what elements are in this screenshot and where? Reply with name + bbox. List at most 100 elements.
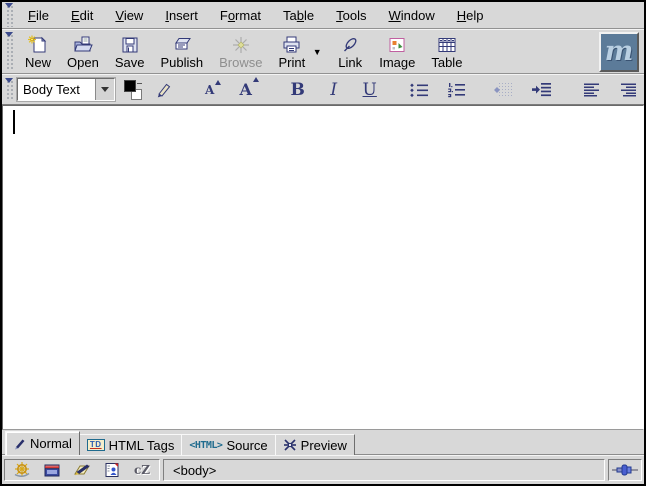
menu-mnemonic: E bbox=[71, 8, 80, 23]
save-floppy-icon bbox=[120, 35, 140, 55]
starburst-icon bbox=[283, 439, 297, 451]
menubar-grippy[interactable] bbox=[5, 3, 14, 27]
menu-label: dit bbox=[80, 8, 94, 23]
image-button-label: Image bbox=[379, 56, 415, 70]
menu-table[interactable]: Table bbox=[272, 6, 325, 25]
menu-window[interactable]: Window bbox=[378, 6, 446, 25]
menu-label: indow bbox=[401, 8, 435, 23]
mozilla-throbber-button[interactable]: m bbox=[599, 32, 639, 72]
menu-file[interactable]: File bbox=[17, 6, 60, 25]
image-icon bbox=[387, 35, 407, 55]
new-button[interactable]: New bbox=[17, 33, 59, 71]
composer-icon[interactable] bbox=[72, 461, 92, 479]
color-picker-tick bbox=[137, 83, 142, 84]
numbered-list-button[interactable] bbox=[444, 78, 469, 102]
italic-button[interactable]: I bbox=[322, 78, 346, 102]
tab-source[interactable]: <HTML> Source bbox=[181, 434, 275, 455]
save-button[interactable]: Save bbox=[107, 33, 153, 71]
menu-label: Ta bbox=[283, 8, 297, 23]
link-icon bbox=[340, 35, 360, 55]
align-right-button[interactable] bbox=[616, 78, 640, 102]
indent-icon bbox=[532, 82, 552, 98]
table-button[interactable]: Table bbox=[423, 33, 470, 71]
status-bar: cZ <body> bbox=[2, 455, 644, 484]
menu-label: iew bbox=[124, 8, 144, 23]
font-increase-icon: A bbox=[240, 80, 258, 99]
tab-preview-label: Preview bbox=[301, 438, 347, 453]
print-button-label: Print bbox=[278, 56, 305, 70]
tab-source-label: Source bbox=[226, 438, 267, 453]
menu-edit[interactable]: Edit bbox=[60, 6, 104, 25]
numbered-list-icon bbox=[446, 82, 466, 98]
td-tag-icon: TD bbox=[87, 439, 105, 451]
highlight-color-button[interactable] bbox=[152, 78, 176, 102]
bullet-list-button[interactable] bbox=[407, 78, 432, 102]
address-book-icon[interactable] bbox=[102, 461, 122, 479]
menu-view[interactable]: View bbox=[104, 6, 154, 25]
menu-tools[interactable]: Tools bbox=[325, 6, 377, 25]
marker-pen-icon bbox=[155, 81, 173, 99]
mozilla-logo: m bbox=[605, 38, 634, 65]
element-path[interactable]: <body> bbox=[173, 463, 216, 478]
main-toolbar: New Open Save bbox=[2, 29, 644, 74]
bold-button[interactable]: B bbox=[286, 78, 310, 102]
browse-button: Browse bbox=[211, 33, 270, 71]
align-left-button[interactable] bbox=[580, 78, 604, 102]
navigator-icon[interactable] bbox=[12, 461, 32, 479]
table-button-label: Table bbox=[431, 56, 462, 70]
paragraph-style-select[interactable]: Body Text bbox=[17, 78, 115, 101]
underline-button[interactable]: U bbox=[358, 78, 382, 102]
menu-format[interactable]: Format bbox=[209, 6, 272, 25]
online-plug-icon[interactable] bbox=[612, 464, 638, 476]
font-size-decrease-button[interactable]: A bbox=[201, 78, 225, 102]
print-dropdown-arrow[interactable]: ▼ bbox=[311, 47, 323, 57]
outdent-button[interactable] bbox=[494, 78, 518, 102]
menu-mnemonic: V bbox=[115, 8, 123, 23]
toolbar-grippy[interactable] bbox=[5, 32, 14, 71]
paragraph-style-value: Body Text bbox=[18, 82, 95, 97]
save-button-label: Save bbox=[115, 56, 145, 70]
editor-canvas[interactable] bbox=[2, 105, 644, 430]
tab-html-tags[interactable]: TD HTML Tags bbox=[79, 434, 182, 455]
menu-help[interactable]: Help bbox=[446, 6, 495, 25]
image-button[interactable]: Image bbox=[371, 33, 423, 71]
new-button-label: New bbox=[25, 56, 51, 70]
throbber-wrap: m bbox=[599, 32, 639, 72]
publish-button-label: Publish bbox=[160, 56, 203, 70]
open-folder-icon bbox=[72, 35, 94, 55]
open-button[interactable]: Open bbox=[59, 33, 107, 71]
mail-icon[interactable] bbox=[42, 461, 62, 479]
bullet-list-icon bbox=[409, 82, 429, 98]
online-status-panel bbox=[608, 459, 642, 481]
open-button-label: Open bbox=[67, 56, 99, 70]
chatzilla-icon[interactable]: cZ bbox=[132, 461, 152, 479]
indent-button[interactable] bbox=[530, 78, 555, 102]
tab-normal[interactable]: Normal bbox=[5, 431, 80, 455]
print-button[interactable]: Print bbox=[270, 33, 313, 71]
link-button[interactable]: Link bbox=[329, 33, 371, 71]
publish-button[interactable]: Publish bbox=[152, 33, 211, 71]
edit-mode-tabstrip: Normal TD HTML Tags <HTML> Source Previe… bbox=[2, 430, 644, 455]
tab-preview[interactable]: Preview bbox=[275, 434, 355, 455]
align-right-icon bbox=[619, 83, 637, 97]
text-color-picker[interactable] bbox=[124, 80, 142, 100]
font-size-increase-button[interactable]: A bbox=[237, 78, 261, 102]
menu-mnemonic: H bbox=[457, 8, 466, 23]
print-icon bbox=[281, 35, 303, 55]
formatbar-grippy[interactable] bbox=[5, 78, 14, 101]
menu-label: rmat bbox=[235, 8, 261, 23]
browse-button-label: Browse bbox=[219, 56, 262, 70]
text-caret bbox=[13, 110, 15, 134]
menu-label: ools bbox=[343, 8, 367, 23]
combo-dropdown-button[interactable] bbox=[95, 79, 114, 100]
align-left-icon bbox=[583, 83, 601, 97]
browse-icon bbox=[231, 35, 251, 55]
foreground-color-swatch[interactable] bbox=[124, 80, 136, 92]
new-page-icon bbox=[27, 35, 49, 55]
menu-mnemonic: o bbox=[228, 8, 235, 23]
tab-html-tags-label: HTML Tags bbox=[109, 438, 175, 453]
menu-insert[interactable]: Insert bbox=[154, 6, 209, 25]
menu-label: F bbox=[220, 8, 228, 23]
menu-mnemonic: b bbox=[297, 8, 304, 23]
menu-mnemonic: F bbox=[28, 8, 36, 23]
